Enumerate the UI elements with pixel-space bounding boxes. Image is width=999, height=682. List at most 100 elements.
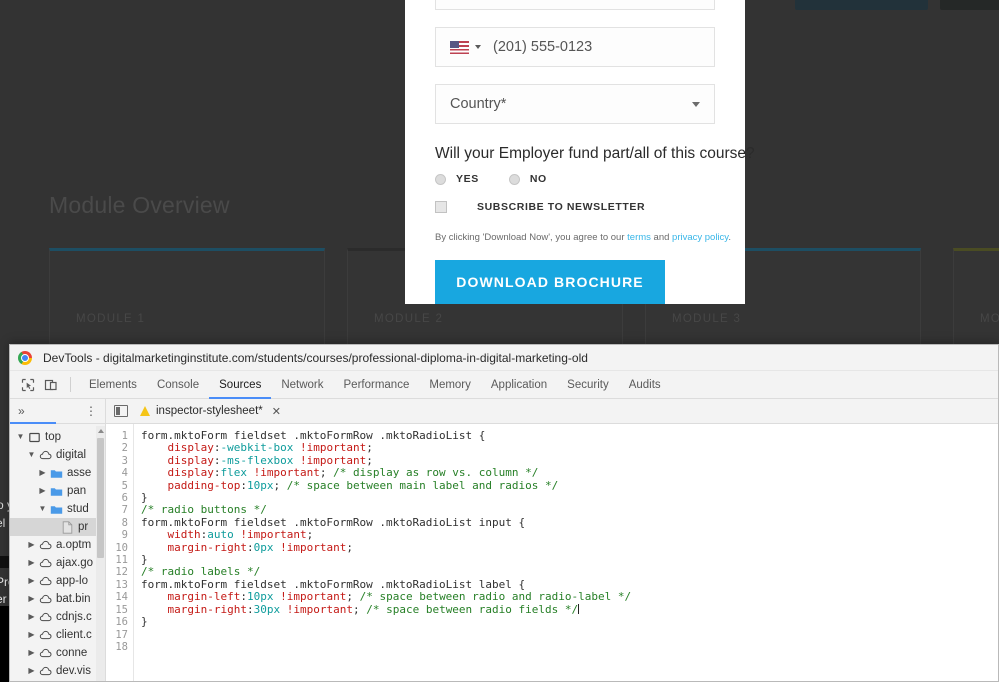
navigator-tree-label: dev.vis — [56, 665, 91, 677]
tab-performance[interactable]: Performance — [334, 371, 420, 399]
scrollbar-thumb[interactable] — [97, 438, 104, 558]
twisty-collapsed-icon[interactable]: ▶ — [25, 613, 38, 621]
twisty-collapsed-icon[interactable]: ▶ — [25, 559, 38, 567]
twisty-collapsed-icon[interactable]: ▶ — [25, 649, 38, 657]
occluded-text-fragment: er — [0, 592, 7, 606]
navigator-tree-row[interactable]: ▼top — [10, 428, 105, 446]
country-select[interactable]: Country* — [435, 84, 715, 124]
inspect-element-icon[interactable] — [18, 376, 38, 394]
occluded-text-fragment: el — [0, 516, 5, 530]
privacy-policy-link[interactable]: privacy policy — [672, 232, 728, 243]
lead-capture-form: Email* (201) 555-0123 Country* Will your… — [405, 0, 745, 304]
twisty-collapsed-icon[interactable]: ▶ — [36, 469, 49, 477]
cloud-icon — [38, 648, 53, 658]
line-number: 10 — [106, 542, 128, 554]
tab-elements[interactable]: Elements — [79, 371, 147, 399]
tab-network[interactable]: Network — [271, 371, 333, 399]
tab-sources[interactable]: Sources — [209, 371, 271, 399]
line-number: 9 — [106, 529, 128, 541]
code-editor-pane[interactable]: 123456789101112131415161718 form.mktoFor… — [106, 424, 998, 682]
navigator-scrollbar[interactable] — [96, 426, 105, 681]
twisty-collapsed-icon[interactable]: ▶ — [25, 595, 38, 603]
line-number: 13 — [106, 579, 128, 591]
frame-icon — [27, 432, 42, 443]
newsletter-label: SUBSCRIBE TO NEWSLETTER — [477, 201, 645, 213]
cloud-icon — [38, 576, 53, 586]
folder-icon — [49, 486, 64, 497]
module-card[interactable]: MODULE 4 — [953, 248, 999, 348]
more-tabs-chevron-icon[interactable]: » — [18, 404, 25, 418]
cloud-icon — [38, 630, 53, 640]
twisty-collapsed-icon[interactable]: ▶ — [25, 667, 38, 675]
toolbar-divider — [70, 377, 71, 392]
folder-icon — [49, 468, 64, 479]
tab-memory[interactable]: Memory — [419, 371, 481, 399]
radio-option-no[interactable]: NO — [509, 173, 547, 185]
navigator-tree-row[interactable]: ▶ app-lo — [10, 572, 105, 590]
twisty-collapsed-icon[interactable]: ▶ — [25, 577, 38, 585]
navigator-tree-label: pan — [67, 485, 86, 497]
email-field[interactable]: Email* — [435, 0, 715, 10]
navigator-tree-label: bat.bin — [56, 593, 91, 605]
module-card[interactable]: MODULE 1 — [49, 248, 325, 348]
radio-option-yes[interactable]: YES — [435, 173, 479, 185]
navigator-tree-row[interactable]: ▶cdnjs.c — [10, 608, 105, 626]
devtools-window-title: DevTools - digitalmarketinginstitute.com… — [43, 351, 588, 365]
twisty-expanded-icon[interactable]: ▼ — [36, 505, 49, 513]
toggle-navigator-icon[interactable] — [114, 405, 128, 417]
file-tab-inspector-stylesheet[interactable]: inspector-stylesheet* ✕ — [140, 405, 281, 418]
navigator-tree-row[interactable]: ▶ dev.vis — [10, 662, 105, 680]
navigator-tree-label: client.c — [56, 629, 92, 641]
twisty-collapsed-icon[interactable]: ▶ — [25, 631, 38, 639]
radio-label-no: NO — [530, 173, 547, 185]
radio-button-icon[interactable] — [509, 174, 520, 185]
module-card-label: MODULE 1 — [76, 313, 145, 325]
navigator-tree-row[interactable]: ▼digital — [10, 446, 105, 464]
chevron-down-icon — [692, 102, 700, 107]
navigator-tree-row[interactable]: ▶ pan — [10, 482, 105, 500]
fineprint-prefix: By clicking 'Download Now', you agree to… — [435, 232, 627, 243]
us-flag-icon — [450, 41, 469, 54]
chevron-down-icon[interactable] — [475, 45, 481, 49]
tab-application[interactable]: Application — [481, 371, 557, 399]
scroll-up-arrow-icon[interactable] — [98, 429, 104, 433]
navigator-menu-icon[interactable]: ⋮ — [85, 404, 97, 418]
close-icon[interactable]: ✕ — [272, 405, 281, 418]
code-line: margin-right:30px !important; /* space b… — [141, 604, 998, 616]
navigator-tree-row[interactable]: ▶ client.c — [10, 626, 105, 644]
radio-label-yes: YES — [456, 173, 479, 185]
line-number: 16 — [106, 616, 128, 628]
navigator-tree-row[interactable]: ▶ajax.go — [10, 554, 105, 572]
line-number: 6 — [106, 492, 128, 504]
tab-console[interactable]: Console — [147, 371, 209, 399]
tab-security[interactable]: Security — [557, 371, 619, 399]
radio-button-icon[interactable] — [435, 174, 446, 185]
navigator-tree-row[interactable]: ▶asse — [10, 464, 105, 482]
navigator-tree-row[interactable]: ▼stud — [10, 500, 105, 518]
checkbox-icon[interactable] — [435, 201, 447, 213]
navigator-tree-row[interactable]: ▶a.optm — [10, 536, 105, 554]
navigator-tree-label: conne — [56, 647, 87, 659]
navigator-tree-row[interactable]: pr — [10, 518, 105, 536]
background-panel-top-left — [795, 0, 928, 10]
twisty-expanded-icon[interactable]: ▼ — [14, 433, 27, 441]
cloud-icon — [38, 540, 53, 550]
terms-link[interactable]: terms — [627, 232, 651, 243]
twisty-expanded-icon[interactable]: ▼ — [25, 451, 38, 459]
newsletter-row[interactable]: SUBSCRIBE TO NEWSLETTER — [435, 201, 715, 231]
devtools-body: ▼top▼digital▶asse▶pan▼studpr▶a.optm▶ajax… — [10, 424, 998, 682]
chrome-logo-icon — [18, 351, 32, 365]
navigator-tree-row[interactable]: ▶ bat.bin — [10, 590, 105, 608]
device-toolbar-icon[interactable] — [41, 376, 61, 394]
code-line: margin-right:0px !important; — [141, 542, 998, 554]
download-brochure-button[interactable]: DOWNLOAD BROCHURE — [435, 260, 665, 304]
editor-tabstrip: inspector-stylesheet* ✕ — [106, 399, 998, 423]
twisty-collapsed-icon[interactable]: ▶ — [25, 541, 38, 549]
twisty-collapsed-icon[interactable]: ▶ — [36, 487, 49, 495]
code-line: } — [141, 616, 998, 628]
phone-field[interactable]: (201) 555-0123 — [435, 27, 715, 67]
navigator-tree-label: app-lo — [56, 575, 88, 587]
editor-code-content[interactable]: form.mktoForm fieldset .mktoFormRow .mkt… — [134, 424, 998, 682]
tab-audits[interactable]: Audits — [619, 371, 671, 399]
navigator-tree-row[interactable]: ▶ conne — [10, 644, 105, 662]
